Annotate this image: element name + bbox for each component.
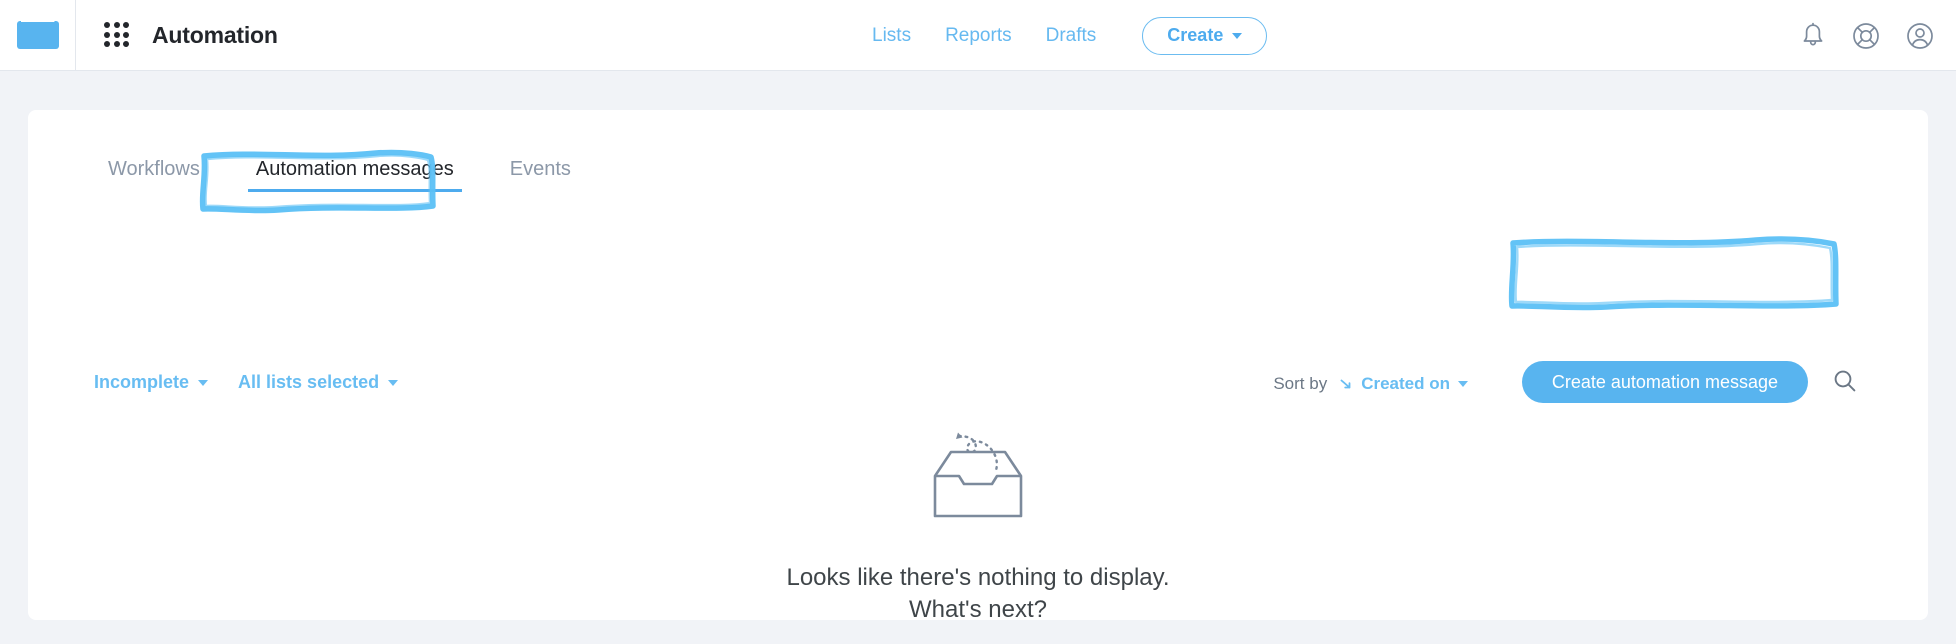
account-icon[interactable] <box>1906 22 1934 50</box>
list-filter-dropdown[interactable]: All lists selected <box>238 372 399 393</box>
empty-state-line-1: Looks like there's nothing to display. <box>786 564 1170 591</box>
list-filter-label: All lists selected <box>238 372 380 392</box>
create-automation-message-button[interactable]: Create automation message <box>1521 361 1808 403</box>
create-button[interactable]: Create <box>1142 16 1268 55</box>
nav-link-lists[interactable]: Lists <box>872 25 911 47</box>
status-filter-dropdown[interactable]: Incomplete <box>94 372 209 393</box>
empty-state-line-2: What's next? <box>909 596 1047 624</box>
sort-control: Sort by Created on <box>1273 374 1468 394</box>
create-button-label: Create <box>1167 25 1224 45</box>
search-button[interactable] <box>1832 368 1858 397</box>
arrow-descending-icon <box>1340 379 1351 389</box>
sort-by-label: Sort by <box>1273 374 1328 393</box>
top-navigation-bar: Automation Lists Reports Drafts Create <box>0 0 1956 71</box>
tab-workflows[interactable]: Workflows <box>80 158 228 192</box>
chevron-down-icon <box>1232 32 1243 39</box>
app-grid-icon[interactable] <box>104 22 130 48</box>
top-bar-actions <box>1800 0 1934 71</box>
chevron-down-icon <box>388 379 399 386</box>
logo-area[interactable] <box>0 0 76 71</box>
sort-value-label: Created on <box>1361 374 1450 393</box>
filter-bar: Incomplete All lists selected <box>94 372 399 393</box>
status-filter-label: Incomplete <box>94 372 190 392</box>
tab-automation-messages[interactable]: Automation messages <box>228 158 482 192</box>
empty-state: Looks like there's nothing to display. W… <box>28 430 1928 627</box>
bell-icon[interactable] <box>1800 22 1826 50</box>
nav-link-reports[interactable]: Reports <box>945 25 1012 47</box>
tab-events[interactable]: Events <box>482 158 599 192</box>
app-title: Automation <box>152 21 278 48</box>
empty-inbox-tray-icon <box>933 432 1023 518</box>
brand-area: Automation <box>76 22 278 49</box>
lifebuoy-icon[interactable] <box>1852 22 1880 50</box>
search-icon <box>1834 370 1856 392</box>
empty-state-text: Looks like there's nothing to display. W… <box>786 562 1169 627</box>
sort-value-dropdown[interactable]: Created on <box>1339 374 1468 394</box>
envelope-logo-icon[interactable] <box>16 21 59 49</box>
nav-link-drafts[interactable]: Drafts <box>1046 25 1097 47</box>
primary-navigation: Lists Reports Drafts Create <box>872 0 1268 71</box>
main-content-card: Workflows Automation messages Events Inc… <box>28 110 1928 623</box>
tab-bar: Workflows Automation messages Events <box>80 158 599 192</box>
chevron-down-icon <box>198 379 209 386</box>
chevron-down-icon <box>1458 381 1468 387</box>
